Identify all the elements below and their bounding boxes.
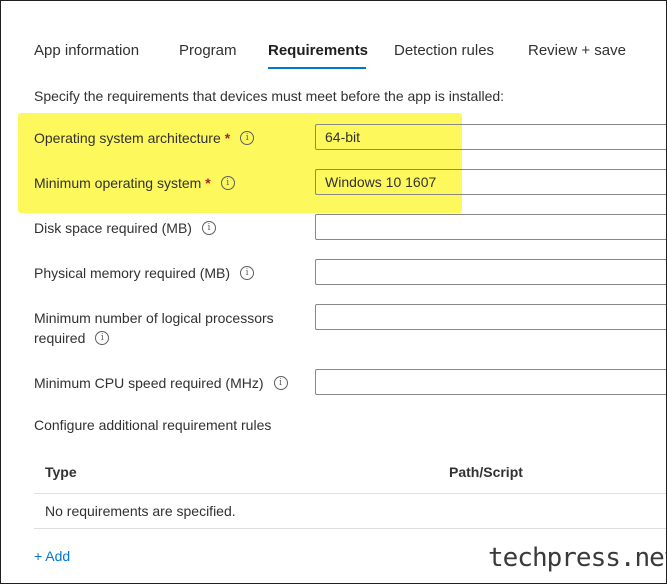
column-header-path-script[interactable]: Path/Script	[449, 464, 523, 480]
info-icon[interactable]: i	[201, 221, 216, 236]
min-os-field[interactable]: Windows 10 1607	[315, 169, 666, 195]
logical-processors-input[interactable]	[315, 304, 666, 330]
physical-memory-label: Physical memory required (MB) i	[34, 263, 255, 283]
cpu-speed-label: Minimum CPU speed required (MHz) i	[34, 373, 288, 393]
physical-memory-label-text: Physical memory required (MB)	[34, 265, 231, 281]
required-asterisk: *	[224, 130, 231, 146]
watermark: techpress.net	[488, 543, 667, 573]
info-icon[interactable]: i	[240, 266, 255, 281]
tab-app-information[interactable]: App information	[34, 42, 139, 59]
logical-processors-label-line2: required	[34, 330, 86, 346]
min-os-label-text: Minimum operating system	[34, 175, 202, 191]
requirements-description: Specify the requirements that devices mu…	[34, 88, 505, 104]
info-icon[interactable]: i	[273, 376, 288, 391]
tab-requirements[interactable]: Requirements	[268, 42, 368, 59]
add-requirement-link[interactable]: + Add	[34, 548, 70, 564]
empty-table-message: No requirements are specified.	[45, 503, 236, 519]
tab-detection-rules[interactable]: Detection rules	[394, 42, 494, 59]
logical-processors-label-line1: Minimum number of logical processors	[34, 310, 274, 326]
info-icon[interactable]: i	[220, 176, 235, 191]
app-requirements-panel: App information Program Requirements Det…	[0, 0, 667, 584]
required-asterisk: *	[205, 175, 211, 191]
logical-processors-label: Minimum number of logical processors req…	[34, 308, 274, 348]
os-architecture-label-text: Operating system architecture	[34, 130, 221, 146]
table-header-divider	[34, 493, 666, 494]
cpu-speed-label-text: Minimum CPU speed required (MHz)	[34, 375, 264, 391]
physical-memory-input[interactable]	[315, 259, 666, 285]
additional-rules-label: Configure additional requirement rules	[34, 417, 272, 433]
active-tab-indicator	[268, 67, 366, 69]
info-icon[interactable]: i	[240, 131, 255, 146]
disk-space-label: Disk space required (MB) i	[34, 218, 216, 238]
info-icon[interactable]: i	[95, 331, 110, 346]
tab-program[interactable]: Program	[179, 42, 237, 59]
disk-space-label-text: Disk space required (MB)	[34, 220, 192, 236]
tab-review-save[interactable]: Review + save	[528, 42, 626, 59]
min-os-label: Minimum operating system * i	[34, 173, 235, 193]
cpu-speed-input[interactable]	[315, 369, 666, 395]
column-header-type[interactable]: Type	[45, 464, 77, 480]
os-architecture-field[interactable]: 64-bit	[315, 124, 666, 150]
table-bottom-divider	[34, 528, 666, 529]
disk-space-input[interactable]	[315, 214, 666, 240]
os-architecture-label: Operating system architecture * i	[34, 128, 255, 148]
